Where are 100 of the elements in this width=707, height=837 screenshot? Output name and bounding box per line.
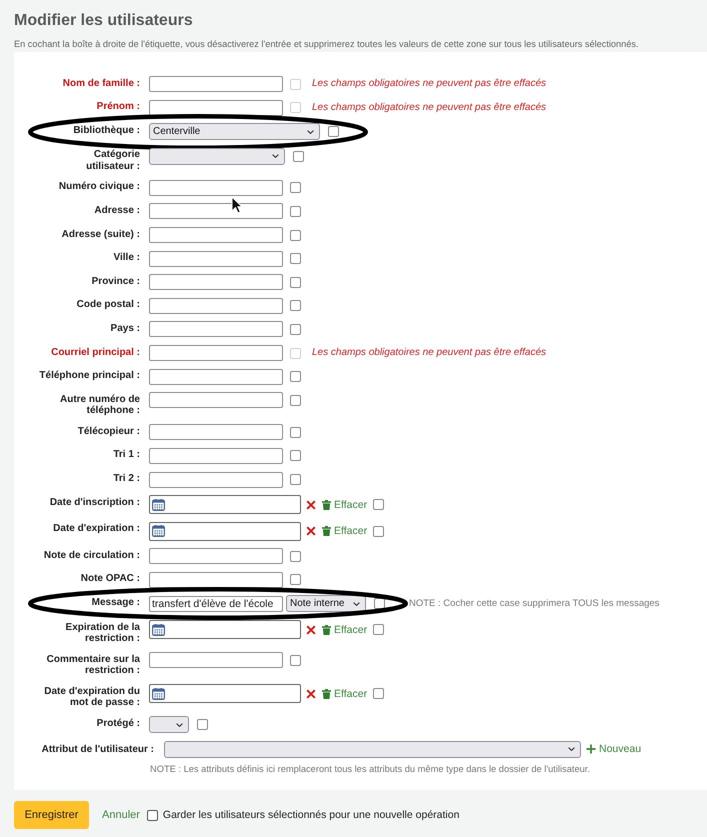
text-field[interactable]	[149, 298, 283, 314]
text-field[interactable]	[149, 424, 283, 440]
clear-checkbox[interactable]	[290, 276, 301, 288]
clear-link[interactable]: Effacer	[322, 624, 368, 636]
field-label: Adresse :	[93, 204, 140, 216]
save-button[interactable]: Enregistrer	[14, 801, 89, 829]
clear-checkbox[interactable]	[290, 574, 301, 586]
text-field[interactable]	[149, 345, 283, 362]
new-attribute-link[interactable]: Nouveau	[586, 743, 642, 756]
required-field-warning: Les champs obligatoires ne peuvent pas être effacés	[312, 346, 546, 360]
cross-icon[interactable]	[306, 500, 316, 510]
attribute-select[interactable]	[164, 740, 581, 758]
field-label: Message :	[90, 596, 140, 608]
cancel-link[interactable]: Annuler	[102, 809, 140, 821]
message-note: NOTE : Cocher cette case supprimera TOUS les messages	[409, 596, 660, 611]
required-field-warning: Les champs obligatoires ne peuvent pas être effacés	[312, 100, 546, 115]
clear-checkbox[interactable]	[328, 126, 339, 138]
text-field[interactable]	[149, 652, 283, 668]
trash-icon	[322, 624, 331, 635]
field-label: Autre numéro de téléphone :	[58, 392, 140, 417]
mouse-pointer-icon	[231, 196, 243, 214]
cross-icon[interactable]	[306, 526, 316, 536]
page-description: En cochant la boîte à droite de l'étiquette, vous désactiverez l'entrée et supprimerez toutes les valeurs de cette zone sur tous les utilisateurs sélectionnés.	[14, 38, 639, 50]
field-label: Bibliothèque :	[72, 124, 140, 136]
clear-checkbox[interactable]	[197, 719, 208, 730]
clear-link[interactable]: Effacer	[322, 688, 368, 700]
clear-checkbox[interactable]	[373, 688, 384, 700]
text-field[interactable]	[149, 76, 283, 92]
select-field[interactable]	[149, 716, 189, 734]
field-label: Protégé :	[96, 716, 140, 730]
field-label: Prénom :	[96, 100, 140, 113]
clear-link[interactable]: Effacer	[322, 498, 368, 511]
caret-icon	[176, 722, 183, 727]
clear-checkbox[interactable]	[290, 550, 301, 562]
clear-checkbox[interactable]	[290, 450, 301, 462]
clear-checkbox[interactable]	[373, 624, 384, 636]
trash-icon	[322, 526, 331, 536]
clear-checkbox[interactable]	[290, 394, 301, 406]
cross-icon[interactable]	[306, 624, 316, 635]
caret-icon	[353, 602, 360, 606]
date-field[interactable]	[149, 522, 301, 541]
clear-checkbox[interactable]	[290, 182, 301, 194]
field-label: Date d'expiration :	[52, 522, 140, 535]
clear-checkbox[interactable]	[293, 150, 304, 162]
text-field[interactable]	[149, 472, 283, 488]
caret-icon	[568, 747, 575, 752]
calendar-icon[interactable]	[152, 624, 165, 636]
clear-link[interactable]: Effacer	[322, 525, 368, 538]
date-field[interactable]	[149, 620, 301, 640]
field-label: Catégorie utilisateur :	[85, 148, 140, 172]
text-field[interactable]	[149, 548, 283, 564]
text-field[interactable]	[149, 100, 283, 116]
text-field[interactable]	[149, 392, 283, 408]
clear-checkbox[interactable]	[290, 654, 301, 666]
calendar-icon[interactable]	[152, 525, 165, 538]
attribute-note: NOTE : Les attributs définis ici remplaceront tous les attributs du même type dans le dossier de l'utilisateur.	[150, 762, 590, 775]
field-label: Expiration de la restriction :	[64, 620, 140, 645]
clear-checkbox[interactable]	[290, 253, 301, 264]
select-field[interactable]: Centerville	[149, 123, 320, 140]
clear-checkbox[interactable]	[290, 474, 301, 485]
message-type-select[interactable]: Note interne	[286, 595, 366, 612]
field-label: Code postal :	[76, 298, 140, 311]
clear-checkbox[interactable]	[290, 371, 301, 382]
field-label: Pays :	[110, 322, 140, 334]
clear-checkbox[interactable]	[373, 499, 384, 510]
date-field[interactable]	[149, 495, 301, 514]
select-field[interactable]	[149, 148, 285, 165]
text-field[interactable]	[149, 203, 283, 220]
text-field[interactable]	[149, 321, 283, 338]
text-field[interactable]	[149, 180, 283, 196]
field-label: Télécopieur :	[76, 424, 140, 438]
field-label: Courriel principal :	[50, 346, 140, 358]
text-field[interactable]	[149, 250, 283, 267]
clear-checkbox[interactable]	[290, 324, 301, 335]
clear-checkbox[interactable]	[290, 300, 301, 312]
message-field[interactable]: transfert d'élève de l'école	[149, 596, 283, 612]
text-field[interactable]	[149, 368, 283, 385]
text-field[interactable]	[149, 448, 283, 464]
page-title: Modifier les utilisateurs	[14, 11, 193, 31]
text-field[interactable]	[149, 572, 283, 588]
clear-checkbox[interactable]	[373, 526, 384, 537]
text-field[interactable]	[149, 274, 283, 290]
required-field-warning: Les champs obligatoires ne peuvent pas être effacés	[312, 77, 546, 91]
keep-selection-checkbox[interactable]	[146, 810, 158, 820]
field-label: Commentaire sur la restriction :	[46, 652, 140, 677]
clear-checkbox[interactable]	[290, 206, 301, 217]
clear-checkbox[interactable]	[290, 230, 301, 241]
clear-checkbox[interactable]	[374, 598, 385, 610]
text-field[interactable]	[149, 227, 283, 244]
field-label: Note de circulation :	[42, 548, 140, 562]
calendar-icon[interactable]	[152, 498, 165, 511]
date-field[interactable]	[149, 684, 301, 704]
caret-icon	[307, 130, 314, 134]
field-label: Téléphone principal :	[38, 369, 140, 382]
field-label: Date d'inscription :	[48, 496, 140, 508]
field-label: Province :	[90, 274, 140, 288]
cross-icon[interactable]	[306, 688, 316, 699]
clear-checkbox[interactable]	[290, 426, 301, 438]
calendar-icon[interactable]	[152, 688, 165, 700]
field-label: Tri 2 :	[112, 472, 140, 484]
